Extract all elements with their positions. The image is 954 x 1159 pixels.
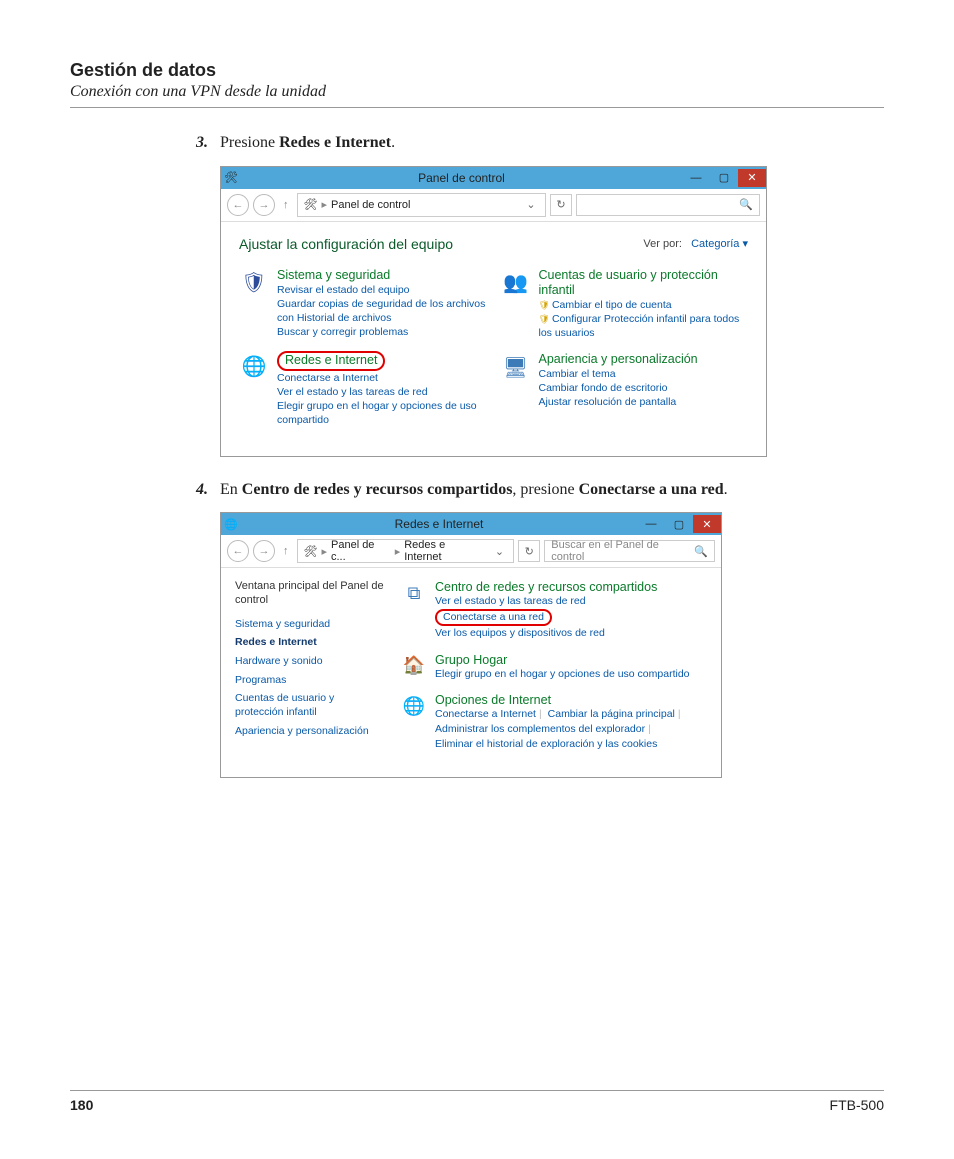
back-button[interactable]: ← [227,194,249,216]
breadcrumb-icon: 🛠 [304,545,318,558]
forward-button[interactable]: → [253,540,275,562]
window-titlebar: 🛠 Panel de control — ▢ ✕ [221,167,766,189]
minimize-button[interactable]: — [682,169,710,187]
users-icon: 👥 [501,268,531,298]
step-3: 3. Presione Redes e Internet. [180,132,884,154]
link-connect-internet[interactable]: Conectarse a Internet [435,708,536,720]
cat-appearance: 🖥 Apariencia y personalización Cambiar e… [501,352,749,410]
minimize-button[interactable]: — [637,515,665,533]
maximize-button[interactable]: ▢ [710,169,738,187]
step-3-number: 3. [180,132,208,154]
homegroup-icon: 🏠 [401,653,427,679]
toolbar: ← → ↑ 🛠 ▸ Panel de control ⌄ ↻ 🔍 [221,189,766,222]
item-internet-options: 🌐 Opciones de Internet Conectarse a Inte… [401,693,711,751]
header-subtitle: Conexión con una VPN desde la unidad [70,83,884,101]
search-icon: 🔍 [739,198,753,211]
cat-title[interactable]: Cuentas de usuario y protección infantil [539,268,749,298]
network-center-icon: ⧉ [401,580,427,606]
up-button[interactable]: ↑ [279,199,293,211]
step-4-number: 4. [180,479,208,501]
window-title: Panel de control [241,171,682,185]
back-button[interactable]: ← [227,540,249,562]
footer: 180 FTB-500 [70,1090,884,1113]
screenshot-network-internet: 🌐 Redes e Internet — ▢ ✕ ← → ↑ 🛠 ▸ Panel… [220,512,722,778]
link-view-status[interactable]: Ver el estado y las tareas de red [435,595,586,607]
forward-button[interactable]: → [253,194,275,216]
item-title[interactable]: Opciones de Internet [435,693,711,707]
step-3-text: Presione Redes e Internet. [220,132,884,154]
sidebar-item-system[interactable]: Sistema y seguridad [235,618,385,632]
cat-title[interactable]: Sistema y seguridad [277,268,487,283]
sidebar-item-network[interactable]: Redes e Internet [235,636,385,650]
sidebar-item-users[interactable]: Cuentas de usuario y protección infantil [235,692,385,719]
cat-users: 👥 Cuentas de usuario y protección infant… [501,268,749,341]
maximize-button[interactable]: ▢ [665,515,693,533]
sidebar-title[interactable]: Ventana principal del Panel de control [235,580,385,608]
item-title[interactable]: Centro de redes y recursos compartidos [435,580,711,594]
view-by-dropdown[interactable]: Categoría ▾ [691,238,748,250]
search-input[interactable]: Buscar en el Panel de control 🔍 [544,540,715,562]
globe-icon: 🌐 [221,518,241,531]
model-label: FTB-500 [830,1097,884,1113]
highlight-redes-e-internet[interactable]: Redes e Internet [277,351,487,371]
globe-network-icon: 🌐 [239,351,269,381]
item-title[interactable]: Grupo Hogar [435,653,711,667]
refresh-button[interactable]: ↻ [518,540,540,562]
sidebar-item-programs[interactable]: Programas [235,674,385,688]
screenshot-control-panel: 🛠 Panel de control — ▢ ✕ ← → ↑ 🛠 ▸ Panel… [220,166,767,457]
cat-system-security: 🛡 Sistema y seguridad Revisar el estado … [239,268,487,340]
close-button[interactable]: ✕ [738,169,766,187]
page-number: 180 [70,1097,93,1113]
search-icon: 🔍 [694,545,708,558]
link-change-homepage[interactable]: Cambiar la página principal [548,708,675,720]
highlight-connect-network[interactable]: Conectarse a una red [435,609,552,626]
sidebar-item-hardware[interactable]: Hardware y sonido [235,655,385,669]
close-button[interactable]: ✕ [693,515,721,533]
step-4-text: En Centro de redes y recursos compartido… [220,479,884,501]
window-icon: 🛠 [221,171,241,184]
sidebar-item-appearance[interactable]: Apariencia y personalización [235,725,385,739]
cp-heading: Ajustar la configuración del equipo [239,236,453,252]
breadcrumb-icon: 🛠 [304,198,318,211]
toolbar: ← → ↑ 🛠 ▸ Panel de c... ▸ Redes e Intern… [221,535,721,568]
breadcrumb[interactable]: 🛠 ▸ Panel de control ⌄ [297,193,547,217]
step-4: 4. En Centro de redes y recursos compart… [180,479,884,501]
item-network-center: ⧉ Centro de redes y recursos compartidos… [401,580,711,641]
refresh-button[interactable]: ↻ [550,194,572,216]
chevron-down-icon[interactable]: ⌄ [492,545,508,558]
internet-options-icon: 🌐 [401,693,427,719]
header-title: Gestión de datos [70,60,884,81]
chevron-down-icon[interactable]: ⌄ [523,198,539,211]
item-homegroup: 🏠 Grupo Hogar Elegir grupo en el hogar y… [401,653,711,682]
window-title: Redes e Internet [241,517,637,531]
breadcrumb[interactable]: 🛠 ▸ Panel de c... ▸ Redes e Internet ⌄ [297,539,515,563]
link-homegroup-options[interactable]: Elegir grupo en el hogar y opciones de u… [435,668,690,680]
cat-title[interactable]: Apariencia y personalización [539,352,749,367]
link-manage-addons[interactable]: Administrar los complementos del explora… [435,723,645,735]
header-rule [70,107,884,108]
sidebar: Ventana principal del Panel de control S… [221,568,395,777]
shield-icon: 🛡 [239,268,269,298]
display-icon: 🖥 [501,352,531,382]
link-view-devices[interactable]: Ver los equipos y dispositivos de red [435,627,605,639]
view-by: Ver por: Categoría ▾ [643,237,748,250]
cat-network-internet: 🌐 Redes e Internet Conectarse a Internet… [239,351,487,427]
window-titlebar: 🌐 Redes e Internet — ▢ ✕ [221,513,721,535]
link-clear-history[interactable]: Eliminar el historial de exploración y l… [435,738,657,750]
up-button[interactable]: ↑ [279,545,293,557]
search-input[interactable]: 🔍 [576,194,760,216]
